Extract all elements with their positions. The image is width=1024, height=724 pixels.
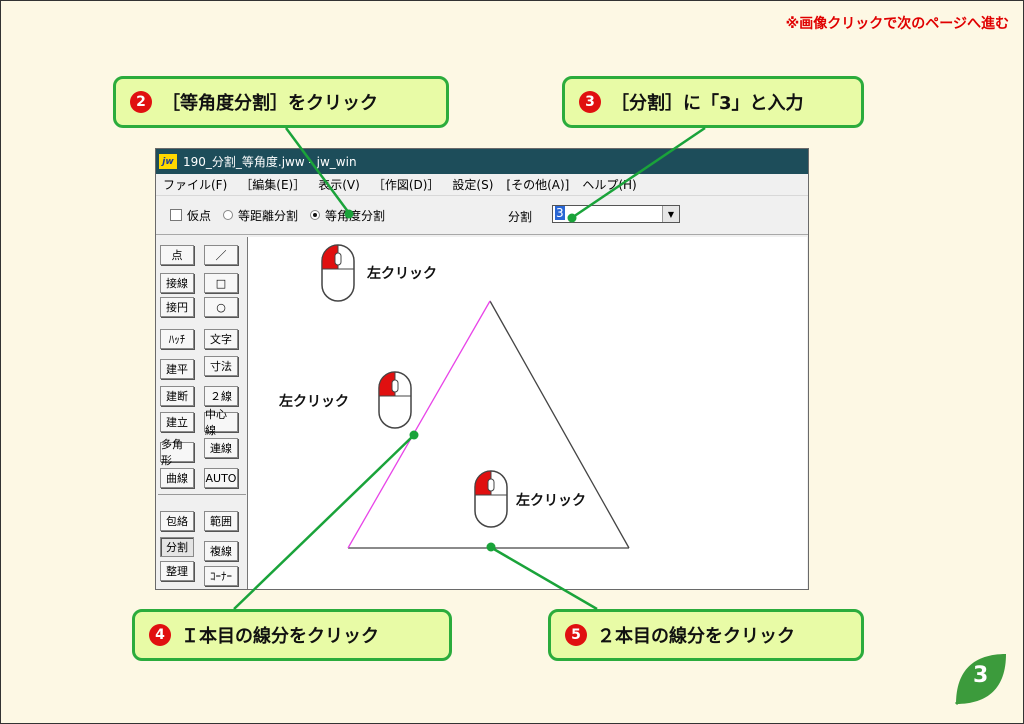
triangle-left-line-selected[interactable] xyxy=(347,300,491,549)
leader-dot-step-4 xyxy=(409,430,419,440)
left-click-label: 左クリック xyxy=(516,493,586,509)
leader-line-step-3 xyxy=(572,126,706,219)
left-click-label: 左クリック xyxy=(367,266,437,282)
triangle-right-line[interactable] xyxy=(489,300,630,549)
leader-line-step-2 xyxy=(284,127,351,214)
left-click-mouse-icon xyxy=(321,244,355,302)
page: ※画像クリックで次のページへ進む 2 ［等角度分割］をクリック 3 ［分割］に「… xyxy=(0,0,1024,724)
leader-dot-step-5 xyxy=(486,542,496,552)
left-click-label: 左クリック xyxy=(279,394,349,410)
leader-line-step-4 xyxy=(233,435,414,610)
leader-line-step-5 xyxy=(491,546,598,611)
page-number: 3 xyxy=(973,663,989,688)
leader-dot-step-2 xyxy=(344,209,354,219)
left-click-mouse-icon xyxy=(474,470,508,528)
left-click-mouse-icon xyxy=(378,371,412,429)
leader-dot-step-3 xyxy=(567,213,577,223)
annotation-overlay xyxy=(233,126,706,611)
